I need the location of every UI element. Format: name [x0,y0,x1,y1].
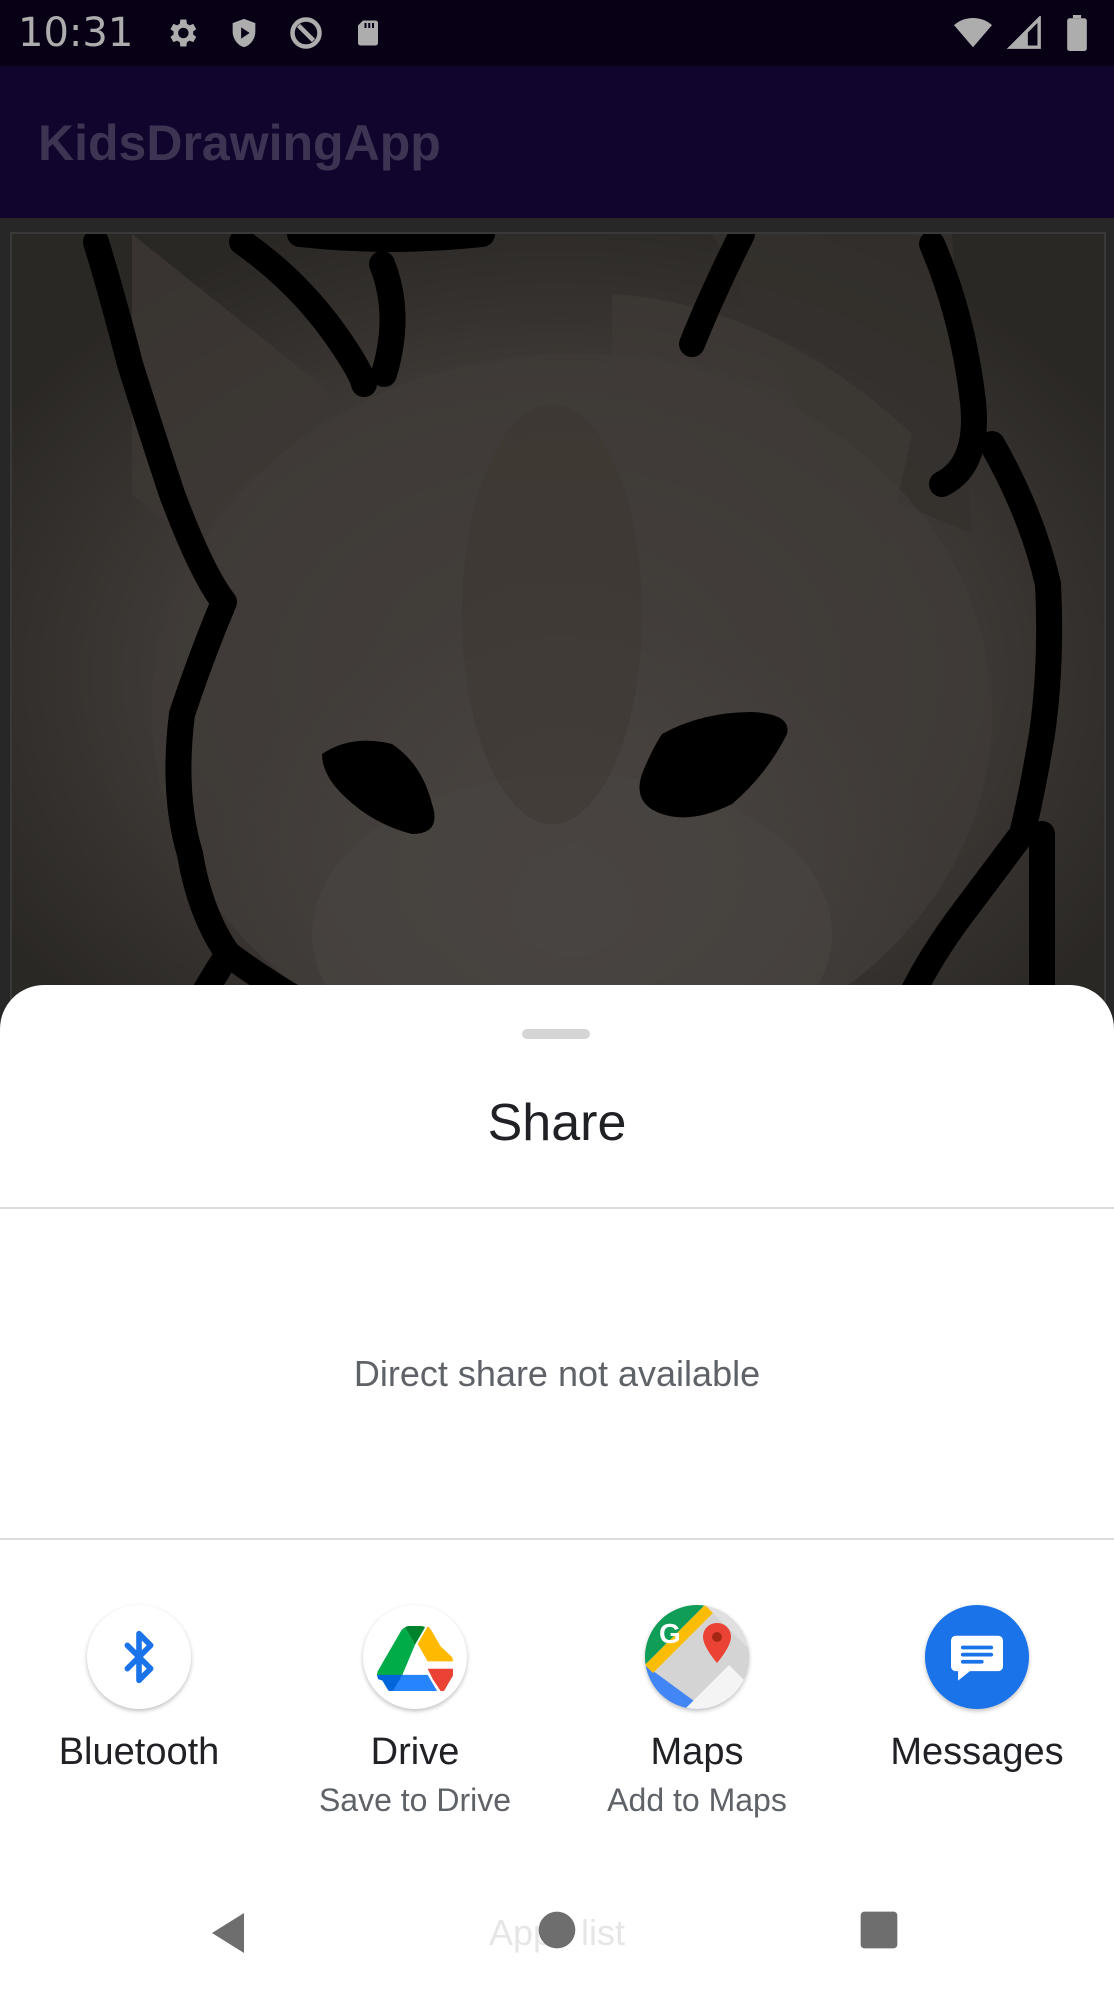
sheet-drag-handle[interactable] [522,1029,590,1039]
share-sheet: Share Direct share not available Bluetoo… [0,985,1114,1996]
share-target-label: Maps [650,1731,744,1773]
svg-text:G: G [659,1618,681,1649]
messages-icon [925,1605,1029,1709]
direct-share-message: Direct share not available [353,1353,761,1394]
home-icon[interactable] [535,1908,585,1958]
share-target-messages[interactable]: Messages [838,1605,1114,1774]
divider [0,1538,1114,1540]
back-icon[interactable] [204,1908,254,1958]
sheet-title: Share [487,1094,627,1152]
share-target-label: Bluetooth [58,1731,220,1773]
navigation-bar: Apps list [0,1870,1114,1996]
share-target-maps[interactable]: G Maps Add to Maps [558,1605,836,1819]
divider [0,1207,1114,1209]
share-target-bluetooth[interactable]: Bluetooth [0,1605,278,1774]
recents-icon[interactable] [857,1908,907,1958]
share-target-sublabel: Add to Maps [607,1782,787,1818]
bluetooth-icon [87,1605,191,1709]
share-targets: Bluetooth Drive Save to Drive G Maps Add… [0,1605,1114,1845]
share-target-label: Messages [890,1731,1064,1773]
google-maps-icon: G [645,1605,749,1709]
google-drive-icon [363,1605,467,1709]
share-target-label: Drive [370,1731,460,1773]
share-target-sublabel: Save to Drive [318,1782,512,1818]
share-target-drive[interactable]: Drive Save to Drive [276,1605,554,1819]
